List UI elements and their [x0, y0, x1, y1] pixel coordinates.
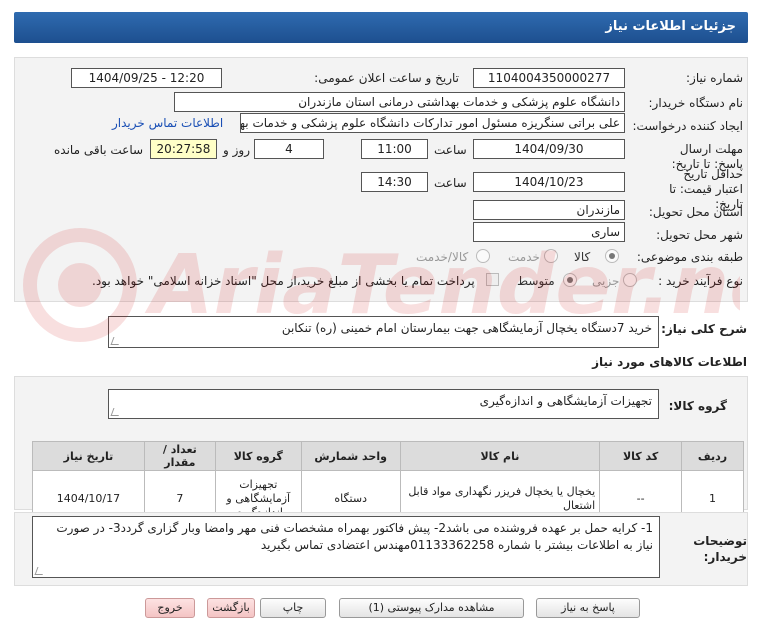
category-goods-label: کالا: [574, 250, 591, 264]
city-field[interactable]: ساری: [473, 222, 625, 242]
page-title: جزئیات اطلاعات نیاز: [14, 12, 748, 43]
print-button[interactable]: چاپ: [260, 598, 326, 618]
category-label: طبقه بندی موضوعی:: [636, 250, 743, 264]
time-remaining-label: ساعت باقی مانده: [54, 143, 144, 157]
category-service-label: خدمت: [508, 250, 540, 264]
process-minor-radio[interactable]: [623, 273, 637, 287]
resize-grip-icon[interactable]: [110, 408, 122, 416]
buyer-notes-field[interactable]: 1- کرایه حمل بر عهده فروشنده می باشد2- پ…: [32, 516, 660, 578]
delivery-city-label: شهر محل تحویل:: [656, 228, 743, 242]
reply-button[interactable]: پاسخ به نیاز: [536, 598, 640, 618]
category-goods-radio[interactable]: [605, 249, 619, 263]
validity-date-field[interactable]: 1404/10/23: [473, 172, 625, 192]
need-number-label: شماره نیاز:: [686, 71, 743, 85]
process-minor-label: جزیی: [592, 274, 620, 288]
response-hour-label: ساعت: [434, 143, 467, 157]
buyer-contact-link[interactable]: اطلاعات تماس خریدار: [112, 116, 223, 130]
requester-label: ایجاد کننده درخواست:: [632, 119, 743, 133]
resize-grip-icon[interactable]: [34, 567, 46, 575]
days-and-label: روز و: [223, 143, 250, 157]
response-days-field[interactable]: 4: [254, 139, 324, 159]
goods-info-title: اطلاعات کالاهای مورد نیاز: [592, 355, 747, 369]
purchase-process-label: نوع فرآیند خرید :: [658, 274, 743, 288]
back-button[interactable]: بازگشت: [207, 598, 255, 618]
response-date-field[interactable]: 1404/09/30: [473, 139, 625, 159]
resize-grip-icon[interactable]: [110, 337, 122, 345]
province-field[interactable]: مازندران: [473, 200, 625, 220]
col-header-item-code: کد کالا: [599, 441, 683, 471]
validity-hour-field[interactable]: 14:30: [361, 172, 428, 192]
description-field[interactable]: خرید 7دستگاه یخچال آزمایشگاهی جهت بیمارس…: [108, 316, 659, 348]
description-label: شرح کلی نیاز:: [661, 322, 747, 336]
payment-note: پرداخت تمام یا بخشی از مبلغ خرید،از محل …: [92, 274, 475, 288]
announce-datetime-field[interactable]: 1404/09/25 - 12:20: [71, 68, 222, 88]
need-number-field[interactable]: 1104004350000277: [473, 68, 625, 88]
buyer-notes-text: 1- کرایه حمل بر عهده فروشنده می باشد2- پ…: [56, 521, 653, 552]
announce-datetime-label: تاریخ و ساعت اعلان عمومی:: [314, 71, 459, 85]
col-header-need-date: تاریخ نیاز: [32, 441, 145, 471]
treasury-checkbox[interactable]: [486, 273, 499, 286]
goods-group-text: تجهیزات آزمایشگاهی و اندازه‌گیری: [479, 394, 652, 408]
goods-group-label: گروه کالا:: [668, 399, 727, 413]
response-hour-field[interactable]: 11:00: [361, 139, 428, 159]
requester-field[interactable]: علی براتی سنگریزه مسئول امور تدارکات دان…: [240, 113, 625, 133]
category-service-radio[interactable]: [544, 249, 558, 263]
col-header-item-name: نام کالا: [399, 441, 601, 471]
description-text: خرید 7دستگاه یخچال آزمایشگاهی جهت بیمارس…: [281, 321, 652, 335]
exit-button[interactable]: خروج: [145, 598, 195, 618]
table-header-row: تاریخ نیاز تعداد / مقدار گروه کالا واحد …: [32, 441, 744, 471]
process-medium-label: متوسط: [517, 274, 555, 288]
goods-group-field[interactable]: تجهیزات آزمایشگاهی و اندازه‌گیری: [108, 389, 659, 419]
delivery-province-label: استان محل تحویل:: [648, 205, 743, 219]
col-header-goods-group: گروه کالا: [214, 441, 302, 471]
category-goods-service-label: کالا/خدمت: [416, 250, 469, 264]
view-attachments-button[interactable]: مشاهده مدارک پیوستی (1): [339, 598, 524, 618]
category-goods-service-radio[interactable]: [476, 249, 490, 263]
col-header-quantity: تعداد / مقدار: [143, 441, 216, 471]
buyer-org-field[interactable]: دانشگاه علوم پزشکی و خدمات بهداشتی درمان…: [174, 92, 625, 112]
buyer-org-label: نام دستگاه خریدار:: [648, 96, 744, 110]
validity-hour-label: ساعت: [434, 176, 467, 190]
process-medium-radio[interactable]: [563, 273, 577, 287]
buyer-notes-label: توضیحات خریدار:: [693, 534, 747, 564]
remaining-time-field: 20:27:58: [150, 139, 217, 159]
col-header-row: ردیف: [681, 441, 744, 471]
col-header-unit: واحد شمارش: [300, 441, 401, 471]
